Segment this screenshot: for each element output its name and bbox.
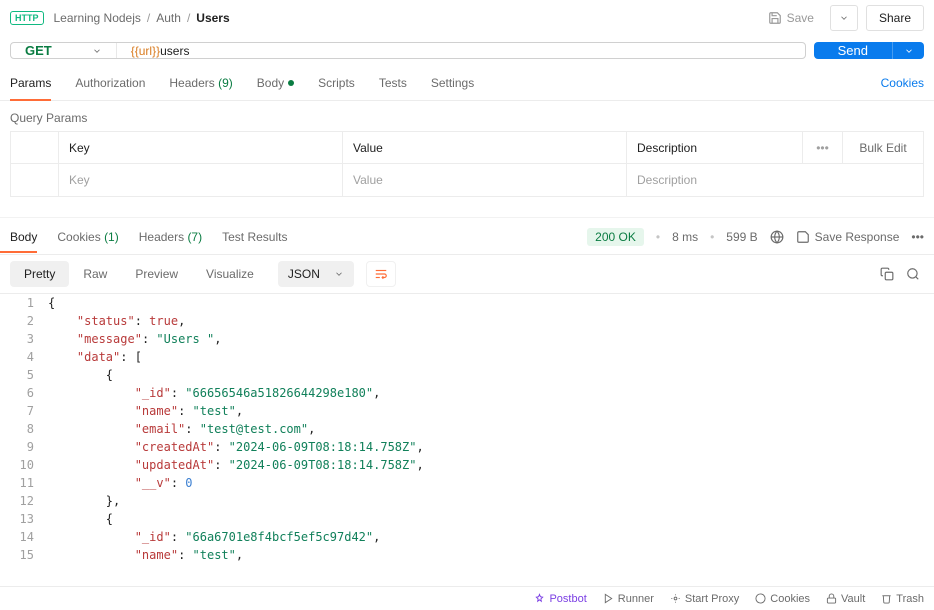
chevron-down-icon — [92, 46, 102, 56]
method-value: GET — [25, 43, 52, 58]
view-preview[interactable]: Preview — [121, 261, 192, 287]
tab-body[interactable]: Body — [257, 76, 294, 100]
chevron-down-icon — [904, 46, 914, 56]
save-icon — [768, 11, 782, 25]
tab-params[interactable]: Params — [10, 76, 51, 100]
save-label: Save — [787, 11, 814, 25]
view-visualize[interactable]: Visualize — [192, 261, 268, 287]
view-raw[interactable]: Raw — [69, 261, 121, 287]
wrap-icon — [374, 267, 388, 281]
save-dropdown[interactable] — [830, 5, 858, 31]
tab-tests[interactable]: Tests — [379, 76, 407, 100]
method-select[interactable]: GET — [11, 43, 117, 58]
breadcrumb-root[interactable]: Learning Nodejs — [54, 11, 141, 25]
value-input[interactable]: Value — [343, 164, 627, 196]
response-body[interactable]: 123456789101112131415 { "status": true, … — [0, 293, 934, 563]
url-input[interactable]: {{url}} users — [117, 43, 805, 58]
save-button[interactable]: Save — [760, 7, 822, 29]
tab-settings[interactable]: Settings — [431, 76, 474, 100]
resp-tab-tests[interactable]: Test Results — [222, 230, 287, 244]
description-input[interactable]: Description — [627, 164, 803, 196]
wrap-lines-button[interactable] — [366, 261, 396, 287]
copy-button[interactable] — [876, 263, 898, 285]
url-variable: {{url}} — [131, 44, 160, 58]
tab-scripts[interactable]: Scripts — [318, 76, 355, 100]
breadcrumb-current[interactable]: Users — [196, 11, 229, 25]
footer-cookies[interactable]: Cookies — [755, 593, 810, 605]
footer-trash[interactable]: Trash — [881, 593, 924, 605]
resp-tab-body[interactable]: Body — [10, 230, 37, 244]
send-button[interactable]: Send — [814, 42, 892, 59]
col-value: Value — [343, 132, 627, 163]
body-modified-dot — [288, 80, 294, 86]
chevron-down-icon — [334, 269, 344, 279]
tab-headers[interactable]: Headers (9) — [169, 76, 232, 100]
response-time: 8 ms — [672, 230, 698, 244]
query-params-title: Query Params — [0, 101, 934, 131]
resp-tab-headers[interactable]: Headers (7) — [139, 230, 202, 244]
http-icon: HTTP — [10, 11, 44, 25]
save-response-button[interactable]: Save Response — [796, 230, 900, 244]
query-params-table: Key Value Description ••• Bulk Edit Key … — [10, 131, 924, 197]
view-pretty[interactable]: Pretty — [10, 261, 69, 287]
col-more[interactable]: ••• — [803, 132, 843, 163]
footer-vault[interactable]: Vault — [826, 593, 865, 605]
breadcrumb-folder[interactable]: Auth — [156, 11, 181, 25]
tab-authorization[interactable]: Authorization — [75, 76, 145, 100]
footer-postbot[interactable]: Postbot — [534, 593, 586, 605]
globe-icon[interactable] — [770, 230, 784, 244]
url-text: users — [160, 44, 189, 58]
col-key: Key — [59, 132, 343, 163]
breadcrumb: Learning Nodejs / Auth / Users — [54, 11, 760, 25]
response-size: 599 B — [726, 230, 757, 244]
col-description: Description — [627, 132, 803, 163]
share-button[interactable]: Share — [866, 5, 924, 31]
save-icon — [796, 230, 810, 244]
chevron-down-icon — [839, 13, 849, 23]
footer-proxy[interactable]: Start Proxy — [670, 593, 739, 605]
cookies-link[interactable]: Cookies — [881, 76, 924, 90]
resp-tab-cookies[interactable]: Cookies (1) — [57, 230, 118, 244]
status-badge: 200 OK — [587, 228, 644, 246]
search-button[interactable] — [902, 263, 924, 285]
footer-runner[interactable]: Runner — [603, 593, 654, 605]
bulk-edit-button[interactable]: Bulk Edit — [843, 132, 923, 163]
key-input[interactable]: Key — [59, 164, 343, 196]
more-icon[interactable]: ••• — [911, 230, 924, 244]
send-dropdown[interactable] — [892, 42, 924, 59]
format-select[interactable]: JSON — [278, 261, 354, 287]
